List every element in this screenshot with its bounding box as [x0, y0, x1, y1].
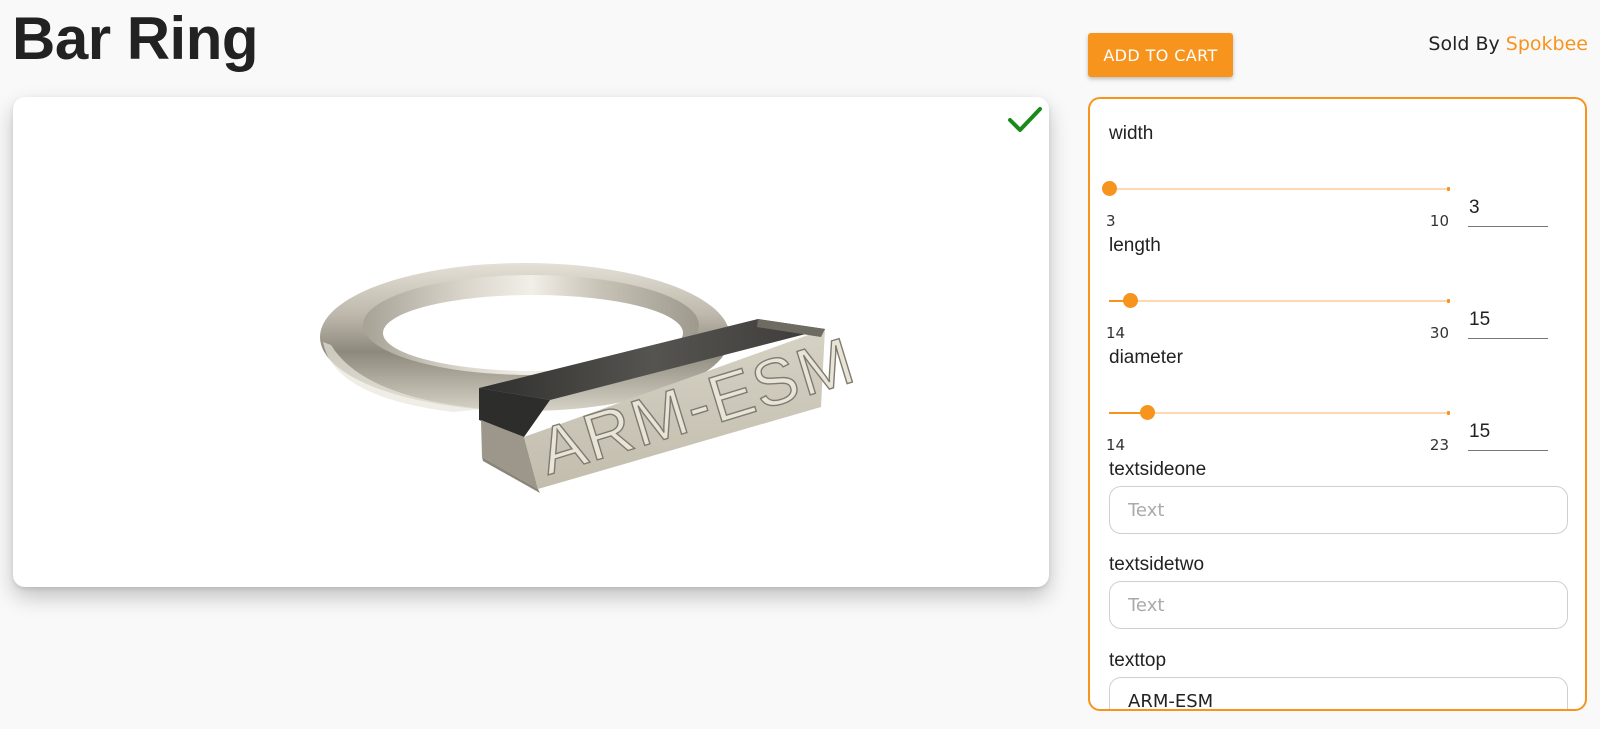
param-label: diameter — [1109, 347, 1183, 368]
length-input[interactable] — [1468, 301, 1548, 339]
slider-max: 23 — [1429, 436, 1449, 454]
texttop-input[interactable] — [1109, 677, 1568, 709]
3d-model-viewer[interactable]: ARM-ESM — [13, 97, 1049, 587]
add-to-cart-button[interactable]: ADD TO CART — [1088, 33, 1233, 77]
seller-link[interactable]: Spokbee — [1506, 33, 1588, 55]
width-slider[interactable] — [1102, 181, 1450, 196]
slider-thumb[interactable] — [1140, 405, 1155, 420]
ring-model-render[interactable]: ARM-ESM — [13, 97, 1049, 587]
slider-thumb[interactable] — [1123, 293, 1138, 308]
textsideone-input[interactable] — [1109, 486, 1568, 534]
check-icon — [1008, 107, 1042, 132]
slider-max: 10 — [1429, 212, 1449, 230]
sold-by-label: Sold By — [1428, 33, 1500, 55]
diameter-slider[interactable] — [1109, 405, 1450, 420]
slider-min: 14 — [1106, 324, 1126, 342]
page-title: Bar Ring — [12, 5, 259, 72]
slider-end — [1447, 411, 1450, 415]
textsideone-label: textsideone — [1109, 459, 1207, 480]
param-label: width — [1109, 123, 1154, 144]
parameters-panel: width 3 10 length 14 30 diameter 14 23 — [1088, 97, 1587, 711]
slider-thumb[interactable] — [1102, 181, 1117, 196]
sold-by: Sold By Spokbee — [1428, 33, 1588, 55]
textsidetwo-label: textsidetwo — [1109, 554, 1205, 575]
slider-max: 30 — [1429, 324, 1449, 342]
slider-end — [1447, 187, 1450, 191]
textsidetwo-input[interactable] — [1109, 581, 1568, 629]
slider-min: 3 — [1106, 212, 1116, 230]
width-input[interactable] — [1468, 189, 1548, 227]
diameter-input[interactable] — [1468, 413, 1548, 451]
slider-end — [1447, 299, 1450, 303]
slider-min: 14 — [1106, 436, 1126, 454]
texttop-label: texttop — [1109, 650, 1167, 671]
length-slider[interactable] — [1109, 293, 1450, 308]
param-label: length — [1109, 235, 1161, 256]
